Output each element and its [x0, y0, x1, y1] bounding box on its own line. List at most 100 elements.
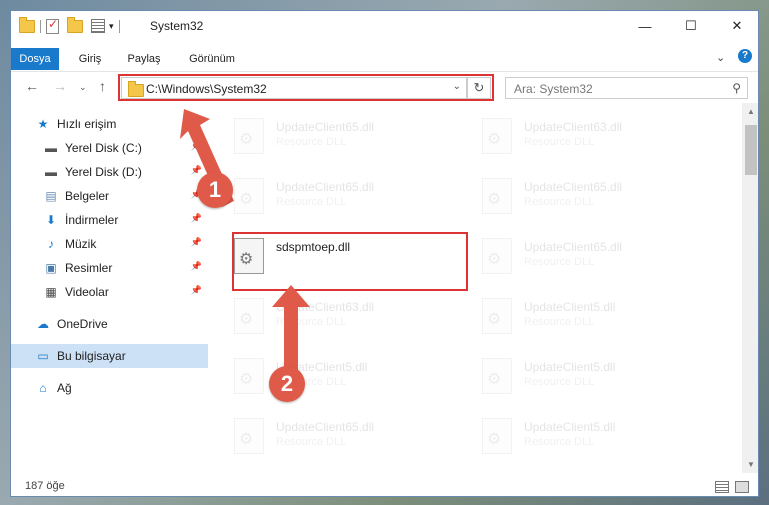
sidebar-item-label: Belgeler — [65, 189, 110, 203]
recent-dropdown-icon[interactable]: ⌄ — [79, 82, 87, 93]
dll-file-icon — [482, 358, 512, 394]
vertical-scrollbar[interactable]: ▲ ▼ — [742, 103, 758, 473]
list-item[interactable]: UpdateClient5.dll Resource DLL — [478, 414, 718, 466]
window-title: System32 — [150, 19, 204, 33]
step-1-badge: 1 — [197, 172, 233, 208]
sidebar-item-label: Müzik — [65, 237, 97, 251]
title-bar: ▾ System32 — ☐ ✕ — [11, 11, 758, 41]
file-name: UpdateClient5.dll — [524, 420, 616, 434]
close-button[interactable]: ✕ — [714, 11, 758, 41]
customize-dropdown-icon[interactable]: ▾ — [109, 21, 114, 32]
scroll-up-icon[interactable]: ▲ — [742, 107, 758, 116]
sidebar-item-label: Ağ — [57, 381, 72, 395]
list-item[interactable]: UpdateClient65.dll Resource DLL — [230, 414, 470, 466]
sidebar-item-network[interactable]: ⌂ Ağ — [11, 376, 208, 400]
properties-check-icon[interactable] — [46, 17, 59, 34]
drive-icon: ▬ — [45, 165, 57, 179]
ribbon-tabs: Dosya Giriş Paylaş Görünüm ⌄ — [11, 48, 758, 70]
dll-file-icon — [482, 238, 512, 274]
download-icon: ⬇ — [45, 213, 57, 227]
status-bar: 187 öğe — [11, 476, 758, 496]
computer-icon: ▭ — [37, 349, 49, 363]
file-type: Resource DLL — [276, 436, 347, 448]
maximize-button[interactable]: ☐ — [668, 11, 714, 41]
sidebar-item-label: Yerel Disk (C:) — [65, 141, 142, 155]
sidebar-item-pictures[interactable]: ▣ Resimler 📌 — [11, 256, 208, 280]
search-placeholder: Ara: System32 — [514, 82, 593, 96]
video-icon: ▦ — [45, 285, 57, 299]
pictures-icon: ▣ — [45, 261, 57, 275]
sidebar-item-this-pc[interactable]: ▭ Bu bilgisayar — [11, 344, 208, 368]
ribbon-expand-icon[interactable]: ⌄ — [716, 51, 725, 64]
file-type: Resource DLL — [276, 136, 347, 148]
network-icon: ⌂ — [39, 381, 47, 395]
file-name: UpdateClient65.dll — [276, 420, 375, 434]
tab-dosya[interactable]: Dosya — [11, 48, 59, 70]
details-view-icon[interactable] — [715, 481, 729, 493]
sidebar-item-label: Resimler — [65, 261, 113, 275]
item-count: 187 öğe — [25, 480, 65, 492]
documents-icon: ▤ — [45, 189, 57, 203]
list-item[interactable]: UpdateClient5.dll Resource DLL — [478, 354, 718, 406]
sidebar-item-label: OneDrive — [57, 317, 108, 331]
dll-file-icon — [482, 418, 512, 454]
list-item[interactable]: UpdateClient5.dll Resource DLL — [478, 294, 718, 346]
large-icons-view-icon[interactable] — [735, 481, 749, 493]
file-name: UpdateClient63.dll — [524, 120, 623, 134]
file-name: UpdateClient65.dll — [276, 180, 375, 194]
forward-arrow-icon[interactable]: → — [53, 78, 67, 94]
file-name: UpdateClient65.dll — [524, 240, 623, 254]
search-icon[interactable]: ⚲ — [732, 81, 741, 95]
dll-file-icon — [234, 418, 264, 454]
sidebar-item-label: Bu bilgisayar — [57, 349, 126, 363]
file-type: Resource DLL — [524, 376, 595, 388]
properties-icon[interactable] — [91, 19, 105, 33]
list-item[interactable]: UpdateClient63.dll Resource DLL — [478, 114, 718, 166]
file-type: Resource DLL — [524, 316, 595, 328]
sidebar-item-label: Videolar — [65, 285, 109, 299]
file-name: UpdateClient5.dll — [524, 360, 616, 374]
scroll-down-icon[interactable]: ▼ — [742, 460, 758, 469]
address-highlight-box — [118, 74, 494, 101]
annotation-arrow-1 — [180, 109, 234, 207]
tab-giris[interactable]: Giriş — [73, 48, 107, 70]
dll-file-icon — [482, 118, 512, 154]
list-item[interactable]: UpdateClient65.dll Resource DLL — [230, 174, 470, 226]
explorer-window: ▾ System32 — ☐ ✕ Dosya Giriş Paylaş Görü… — [10, 10, 759, 497]
up-arrow-icon[interactable]: ↑ — [99, 78, 106, 94]
list-item[interactable]: UpdateClient65.dll Resource DLL — [478, 234, 718, 286]
quick-access-toolbar: ▾ — [19, 16, 125, 34]
sidebar-item-label: İndirmeler — [65, 213, 119, 227]
tab-paylas[interactable]: Paylaş — [124, 48, 164, 70]
file-type: Resource DLL — [276, 196, 347, 208]
sidebar-item-label: Yerel Disk (D:) — [65, 165, 142, 179]
divider — [118, 19, 120, 33]
scrollbar-thumb[interactable] — [745, 125, 757, 175]
drive-icon: ▬ — [45, 141, 57, 155]
file-type: Resource DLL — [524, 196, 595, 208]
new-folder-icon[interactable] — [67, 16, 83, 33]
back-arrow-icon[interactable]: ← — [25, 78, 39, 94]
minimize-button[interactable]: — — [622, 11, 668, 41]
sidebar-item-videos[interactable]: ▦ Videolar 📌 — [11, 280, 208, 304]
dll-file-icon — [482, 178, 512, 214]
search-input[interactable]: Ara: System32 ⚲ — [505, 77, 748, 99]
dll-file-icon — [234, 298, 264, 334]
sidebar-item-onedrive[interactable]: ☁ OneDrive — [11, 312, 208, 336]
folder-icon — [19, 16, 35, 33]
help-icon[interactable]: ? — [738, 49, 752, 63]
dll-file-icon — [482, 298, 512, 334]
file-type: Resource DLL — [524, 256, 595, 268]
step-2-badge: 2 — [269, 366, 305, 402]
file-name: UpdateClient65.dll — [524, 180, 623, 194]
file-type: Resource DLL — [524, 436, 595, 448]
pin-icon: 📌 — [190, 285, 202, 295]
divider — [40, 19, 41, 33]
file-name: UpdateClient5.dll — [524, 300, 616, 314]
list-item[interactable]: UpdateClient65.dll Resource DLL — [478, 174, 718, 226]
star-icon: ★ — [37, 117, 49, 131]
sidebar-item-label: Hızlı erişim — [57, 117, 117, 131]
tab-gorunum[interactable]: Görünüm — [186, 48, 238, 70]
list-item[interactable]: UpdateClient65.dll Resource DLL — [230, 114, 470, 166]
pin-icon: 📌 — [190, 261, 202, 271]
